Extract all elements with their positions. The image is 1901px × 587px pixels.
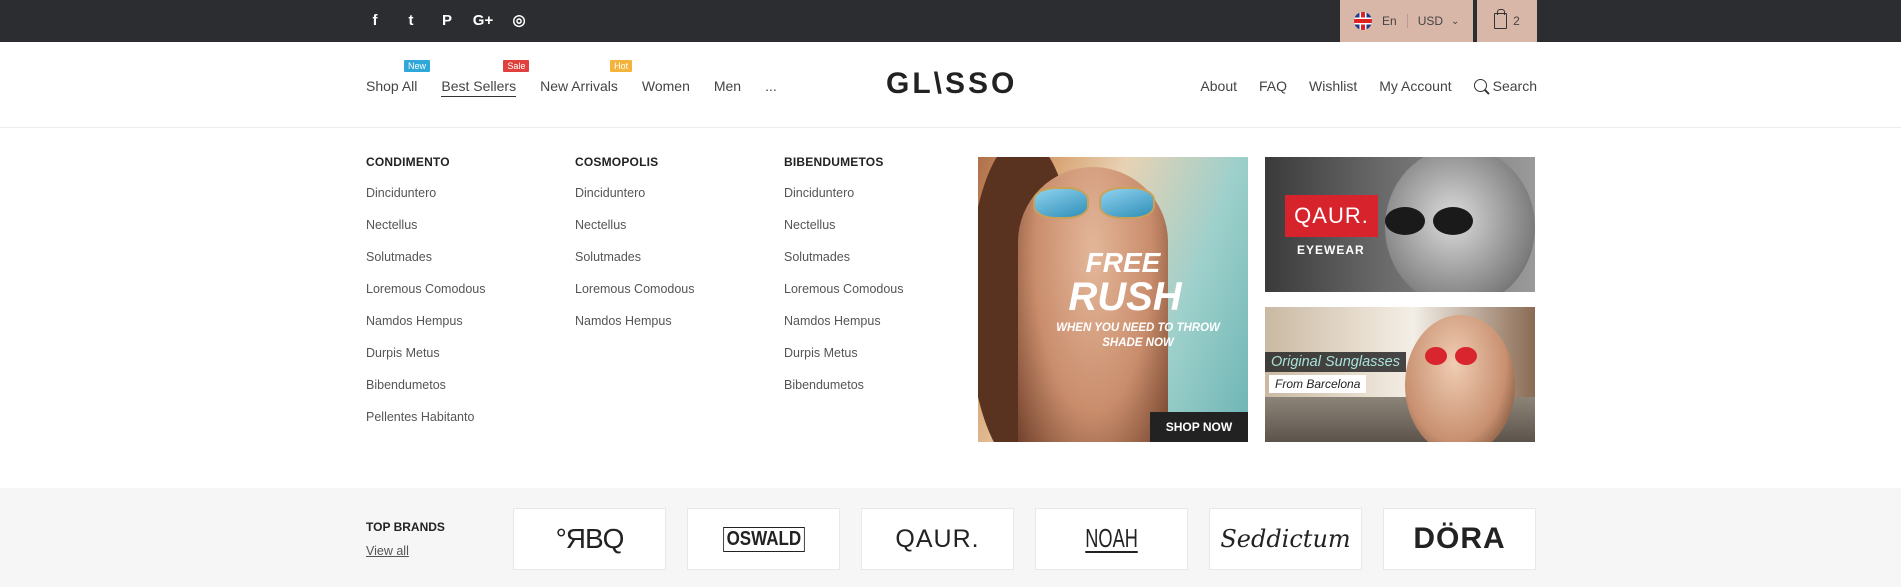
pinterest-icon[interactable]: P	[438, 11, 456, 29]
top-bar: f t P G+ ◎ En USD ⌄ 2	[0, 0, 1901, 42]
nav-wishlist[interactable]: Wishlist	[1309, 78, 1357, 94]
menu-link[interactable]: Dinciduntero	[575, 185, 775, 217]
site-logo[interactable]: GL\SSO	[886, 67, 1017, 101]
menu-link[interactable]: Nectellus	[575, 217, 775, 249]
nav-best-sellers[interactable]: Sale Best Sellers	[441, 60, 530, 97]
menu-link[interactable]: Nectellus	[784, 217, 984, 249]
nav-label[interactable]: New Arrivals	[540, 78, 618, 94]
nav-new-arrivals[interactable]: Hot New Arrivals	[540, 60, 633, 97]
promo-banner-qaur[interactable]: QAUR. EYEWEAR	[1265, 157, 1535, 292]
menu-link[interactable]: Loremous Comodous	[366, 281, 566, 313]
brand-card-rbq[interactable]: °ЯBQ	[513, 508, 666, 570]
eyewear-label: EYEWEAR	[1297, 243, 1365, 257]
menu-link[interactable]: Solutmades	[575, 249, 775, 281]
menu-link[interactable]: Namdos Hempus	[784, 313, 984, 345]
shop-now-button[interactable]: SHOP NOW	[1150, 412, 1248, 442]
nav-my-account[interactable]: My Account	[1379, 78, 1451, 94]
brand-logo: °ЯBQ	[555, 523, 625, 554]
sale-badge: Sale	[503, 60, 530, 76]
cart-count: 2	[1513, 14, 1520, 28]
brand-logo: DÖRA	[1413, 522, 1506, 555]
nav-men[interactable]: Men	[714, 78, 741, 97]
social-links: f t P G+ ◎	[366, 11, 528, 30]
menu-column-bibendumetos: BIBENDUMETOS Dinciduntero Nectellus Solu…	[784, 155, 984, 409]
currency-label[interactable]: USD	[1418, 14, 1443, 28]
uk-flag-icon	[1354, 12, 1372, 30]
qaur-logo: QAUR.	[1285, 195, 1378, 237]
hot-badge: Hot	[610, 60, 633, 76]
nav-women[interactable]: Women	[642, 78, 690, 97]
sunglasses-image	[1425, 347, 1481, 365]
nav-shop-all[interactable]: New Shop All	[366, 60, 431, 97]
search-button[interactable]: Search	[1473, 78, 1537, 94]
promo-banner-original-sunglasses[interactable]: Original Sunglasses From Barcelona	[1265, 307, 1535, 442]
language-label[interactable]: En	[1382, 14, 1397, 28]
menu-link[interactable]: Loremous Comodous	[575, 281, 775, 313]
menu-column-condimento: CONDIMENTO Dinciduntero Nectellus Solutm…	[366, 155, 566, 441]
brand-logo: OSWALD	[722, 526, 805, 552]
menu-link[interactable]: Bibendumetos	[366, 377, 566, 409]
menu-link[interactable]: Namdos Hempus	[575, 313, 775, 345]
menu-link[interactable]: Durpis Metus	[784, 345, 984, 377]
menu-link[interactable]: Solutmades	[784, 249, 984, 281]
menu-link[interactable]: Pellentes Habitanto	[366, 409, 566, 441]
new-badge: New	[404, 60, 431, 76]
brand-logo: QAUR.	[895, 524, 980, 553]
nav-label[interactable]: Women	[642, 78, 690, 94]
instagram-icon[interactable]: ◎	[510, 11, 528, 29]
secondary-nav: About FAQ Wishlist My Account Search	[1200, 78, 1537, 94]
twitter-icon[interactable]: t	[402, 11, 420, 29]
promo-banner-free-rush[interactable]: FREE RUSH WHEN YOU NEED TO THROW SHADE N…	[978, 157, 1248, 442]
search-icon	[1473, 79, 1487, 92]
menu-link[interactable]: Durpis Metus	[366, 345, 566, 377]
promo-subtitle: WHEN YOU NEED TO THROW SHADE NOW	[1056, 322, 1220, 349]
sunglasses-image	[1385, 207, 1475, 237]
column-title: BIBENDUMETOS	[784, 155, 884, 169]
nav-faq[interactable]: FAQ	[1259, 78, 1287, 94]
locale-selector[interactable]: En USD ⌄	[1340, 0, 1473, 42]
brands-title: TOP BRANDS	[366, 520, 445, 534]
promo-subtitle: From Barcelona	[1269, 375, 1367, 393]
model-photo	[1405, 315, 1515, 442]
nav-label[interactable]: Best Sellers	[441, 78, 516, 94]
menu-link[interactable]: Dinciduntero	[784, 185, 984, 217]
brand-card-noah[interactable]: NOAH	[1035, 508, 1188, 570]
nav-about[interactable]: About	[1200, 78, 1237, 94]
column-title: COSMOPOLIS	[575, 155, 659, 169]
facebook-icon[interactable]: f	[366, 11, 384, 29]
menu-link[interactable]: Bibendumetos	[784, 377, 984, 409]
menu-link[interactable]: Nectellus	[366, 217, 566, 249]
more-icon[interactable]: ...	[765, 78, 777, 94]
brand-card-oswald[interactable]: OSWALD	[687, 508, 840, 570]
view-all-link[interactable]: View all	[366, 544, 409, 558]
column-title: CONDIMENTO	[366, 155, 450, 169]
main-header: New Shop All Sale Best Sellers Hot New A…	[0, 42, 1901, 128]
brand-logo: NOAH	[1085, 523, 1138, 553]
primary-nav: New Shop All Sale Best Sellers Hot New A…	[366, 60, 777, 97]
menu-link[interactable]: Dinciduntero	[366, 185, 566, 217]
nav-label[interactable]: Men	[714, 78, 741, 94]
divider	[1406, 14, 1408, 28]
shopping-bag-icon	[1494, 9, 1508, 29]
brand-logo: Seddictum	[1220, 525, 1351, 553]
menu-column-cosmopolis: COSMOPOLIS Dinciduntero Nectellus Solutm…	[575, 155, 775, 345]
brand-card-qaur[interactable]: QAUR.	[861, 508, 1014, 570]
menu-link[interactable]: Loremous Comodous	[784, 281, 984, 313]
nav-more[interactable]: ...	[765, 78, 777, 97]
chevron-down-icon[interactable]: ⌄	[1451, 16, 1459, 27]
menu-link[interactable]: Namdos Hempus	[366, 313, 566, 345]
search-label[interactable]: Search	[1493, 78, 1537, 94]
promo-headline-2: RUSH	[1068, 275, 1182, 319]
nav-label[interactable]: Shop All	[366, 78, 417, 94]
google-plus-icon[interactable]: G+	[473, 11, 493, 29]
cart-button[interactable]: 2	[1477, 0, 1537, 42]
brand-card-seddictum[interactable]: Seddictum	[1209, 508, 1362, 570]
promo-title: Original Sunglasses	[1265, 352, 1406, 372]
brand-card-dora[interactable]: DÖRA	[1383, 508, 1536, 570]
menu-link[interactable]: Solutmades	[366, 249, 566, 281]
top-brands-strip: TOP BRANDS View all °ЯBQ OSWALD QAUR. NO…	[0, 488, 1901, 587]
sunglasses-image	[1033, 187, 1163, 219]
